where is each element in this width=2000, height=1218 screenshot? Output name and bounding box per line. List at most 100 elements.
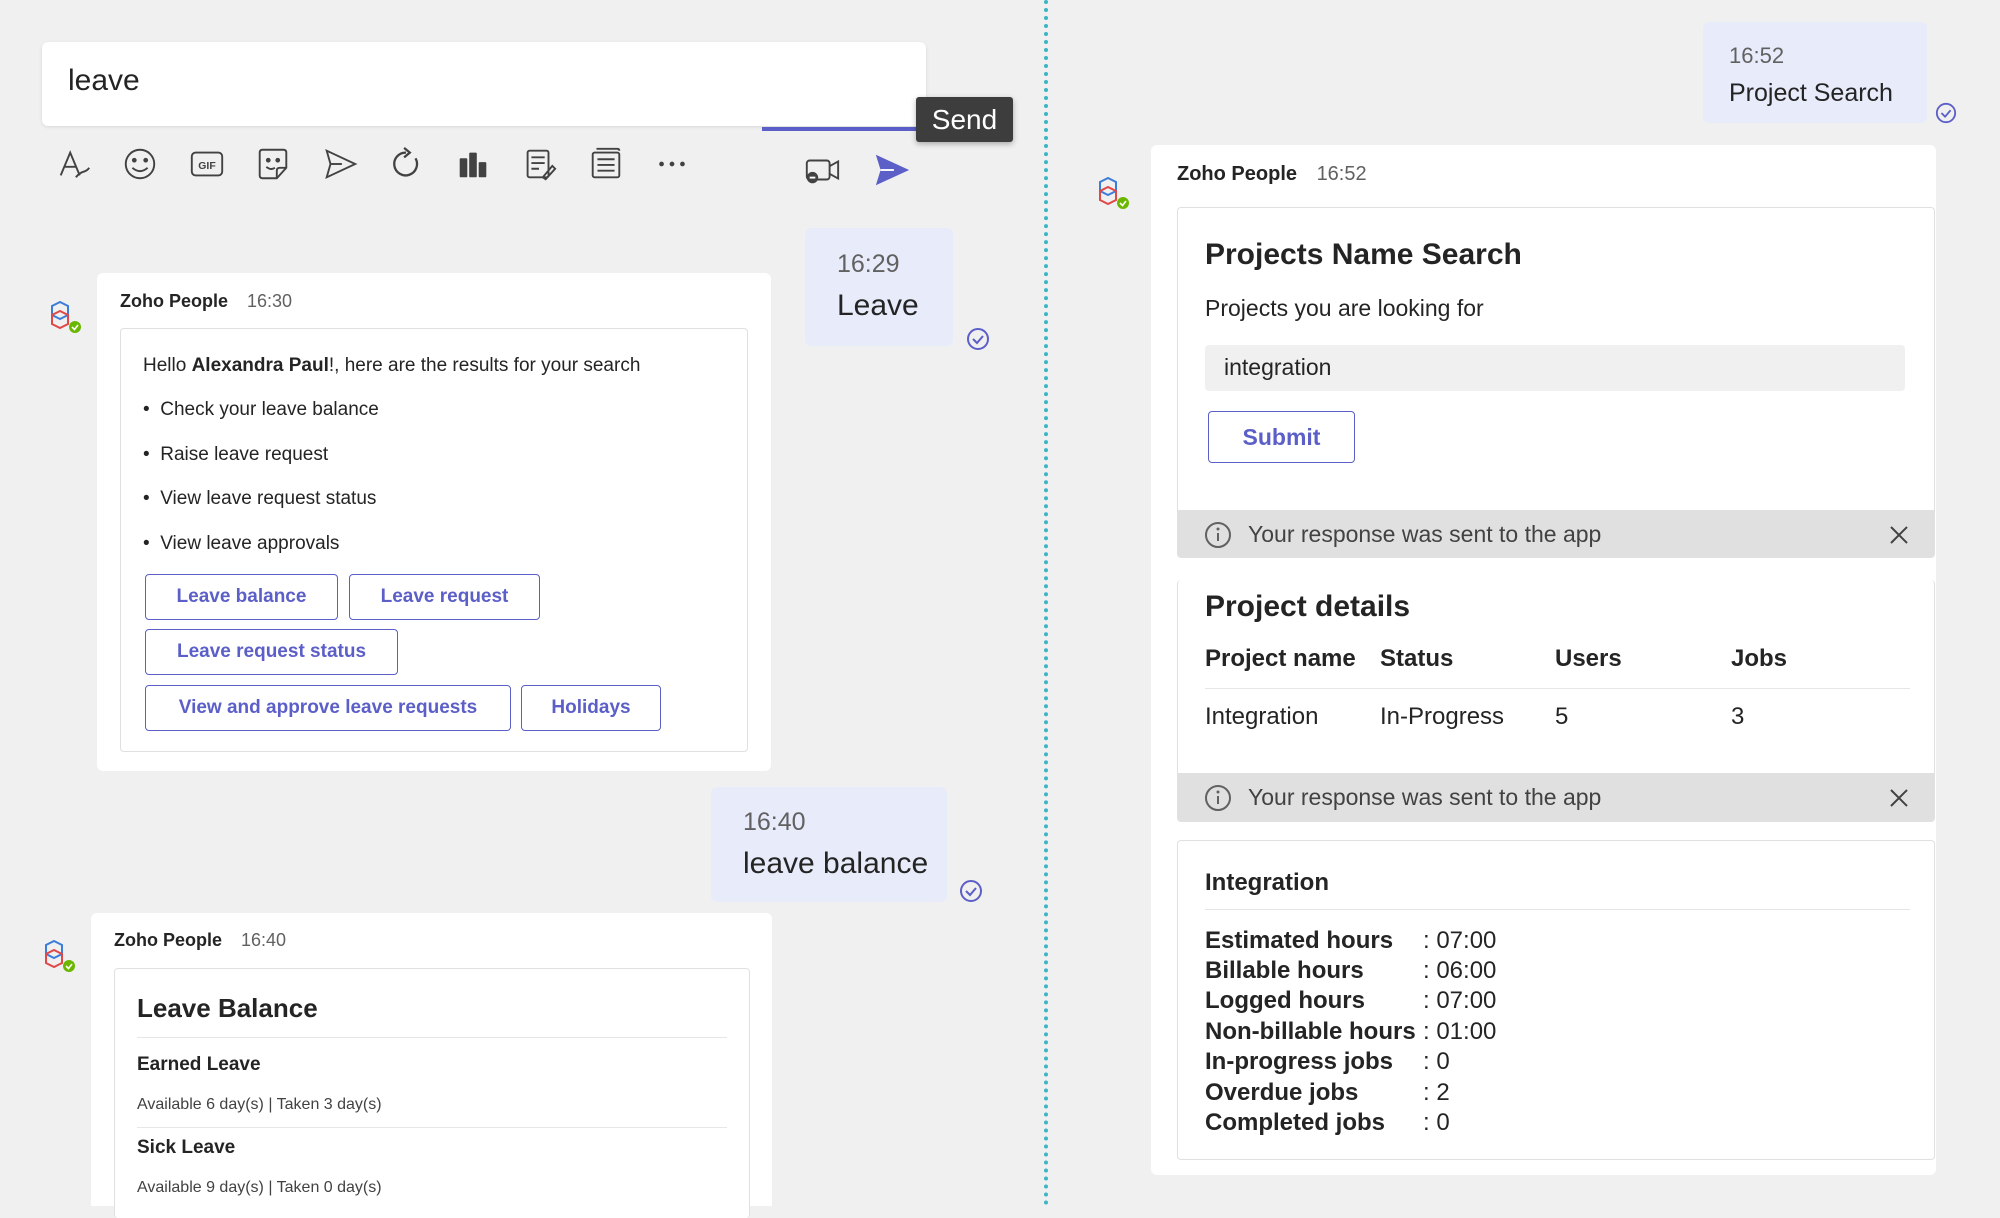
message-time: 16:40 [241,930,287,950]
view-approve-leave-button[interactable]: View and approve leave requests [145,685,511,731]
compose-focus-underline [762,127,920,131]
message-time: 16:52 [1729,43,1785,68]
message-time: 16:52 [1316,163,1367,185]
table-cell: 5 [1555,703,1569,730]
send-icon[interactable] [870,148,914,192]
sender-name: Zoho People [114,930,222,950]
user-name: Alexandra Paul [191,355,329,376]
pane-divider [1044,0,1048,1206]
table-cell: In-Progress [1380,703,1505,730]
column-header: Status [1380,645,1454,672]
summary-value: : 2 [1423,1079,1450,1106]
bot-message-card: Zoho People 16:40 Leave Balance Earned L… [91,913,772,1218]
emoji-icon[interactable] [118,142,162,186]
sent-message[interactable]: 16:52 Project Search [1703,22,1927,123]
summary-label: Billable hours [1205,957,1364,984]
sent-message[interactable]: 16:40 leave balance [711,787,947,902]
message-time: 16:29 [837,250,900,278]
summary-value: : 07:00 [1423,987,1497,1014]
notes-icon[interactable] [517,142,561,186]
zoho-people-avatar [51,300,81,333]
leave-type-name: Earned Leave [137,1054,261,1075]
summary-label: Non-billable hours [1205,1018,1416,1045]
leave-balance-button[interactable]: Leave balance [145,574,338,620]
apps-icon[interactable] [451,142,495,186]
leave-type-detail: Available 9 day(s) | Taken 0 day(s) [137,1179,382,1196]
divider [1205,909,1910,910]
summary-value: : 01:00 [1423,1018,1497,1045]
bullet-item: • Raise leave request [143,444,329,465]
input-value: integration [1224,354,1332,380]
leave-request-button[interactable]: Leave request [349,574,540,620]
divider [137,1127,727,1128]
message-compose-box[interactable]: leave [42,42,926,126]
bot-message-card: Zoho People 16:52 Projects Name Search P… [1151,145,1936,1175]
summary-value: : 0 [1423,1048,1450,1075]
notice-text: Your response was sent to the app [1248,521,1602,547]
column-header: Jobs [1731,645,1788,672]
summary-value: : 06:00 [1423,957,1497,984]
read-receipt-icon [1935,102,1957,124]
summary-label: Estimated hours [1205,927,1394,954]
info-icon [1205,784,1231,811]
response-sent-notice: Your response was sent to the app [1178,510,1934,557]
zoho-people-avatar [1099,176,1129,209]
read-receipt-icon [967,328,989,350]
sender-name: Zoho People [1177,163,1297,185]
bullet-item: • View leave approvals [143,533,340,554]
submit-button[interactable]: Submit [1208,411,1355,463]
table-cell: 3 [1731,703,1745,730]
response-sent-notice: Your response was sent to the app [1178,773,1934,821]
project-search-input[interactable]: integration [1205,345,1905,391]
video-clip-icon[interactable] [800,148,844,192]
message-text: Project Search [1729,79,1893,107]
close-icon[interactable] [1888,787,1910,809]
greeting-text: Hello Alexandra Paul!, here are the resu… [143,355,641,376]
card-title: Integration [1205,869,1329,896]
sticker-icon[interactable] [251,142,295,186]
sent-message[interactable]: 16:29 Leave [805,228,953,346]
info-icon [1205,521,1231,548]
leave-request-status-button[interactable]: Leave request status [145,629,398,675]
gif-icon[interactable]: GIF [185,142,229,186]
sender-name: Zoho People [120,291,228,311]
leave-type-detail: Available 6 day(s) | Taken 3 day(s) [137,1096,382,1113]
summary-label: Completed jobs [1205,1109,1386,1136]
summary-value: : 07:00 [1423,927,1497,954]
svg-text:GIF: GIF [198,161,215,172]
summary-label: Logged hours [1205,987,1365,1014]
bullet-item: • Check your leave balance [143,399,379,420]
message-time: 16:30 [247,291,293,311]
read-receipt-icon [960,880,982,902]
close-icon[interactable] [1888,524,1910,546]
summary-label: Overdue jobs [1205,1079,1359,1106]
notice-text: Your response was sent to the app [1248,784,1602,810]
table-cell: Integration [1205,703,1319,730]
project-search-card: Projects Name Search Projects you are lo… [1177,207,1935,558]
schedule-send-icon[interactable] [318,142,362,186]
project-summary-card: Integration Estimated hours : 07:00 Bill… [1177,840,1935,1160]
leave-type-name: Sick Leave [137,1137,236,1158]
forms-icon[interactable] [584,142,628,186]
bullet-item: • View leave request status [143,488,377,509]
bot-message-card: Zoho People 16:30 Hello Alexandra Paul!,… [97,273,771,771]
message-text: leave balance [743,847,929,880]
card-title: Project details [1205,590,1411,623]
format-icon[interactable] [52,142,96,186]
card-title: Leave Balance [137,993,318,1023]
column-header: Users [1555,645,1622,672]
message-text: Leave [837,289,919,322]
holidays-button[interactable]: Holidays [521,685,661,731]
summary-value: : 0 [1423,1109,1450,1136]
message-time: 16:40 [743,808,806,836]
divider [137,1037,727,1038]
project-details-card: Project details Project name Status User… [1177,580,1935,822]
divider [1205,688,1910,689]
leave-balance-card: Leave Balance Earned Leave Available 6 d… [114,968,750,1218]
column-header: Project name [1205,645,1356,672]
summary-label: In-progress jobs [1205,1048,1394,1075]
compose-text: leave [68,64,140,97]
more-icon[interactable] [650,142,694,186]
input-label: Projects you are looking for [1205,295,1484,321]
loop-icon[interactable] [384,142,428,186]
